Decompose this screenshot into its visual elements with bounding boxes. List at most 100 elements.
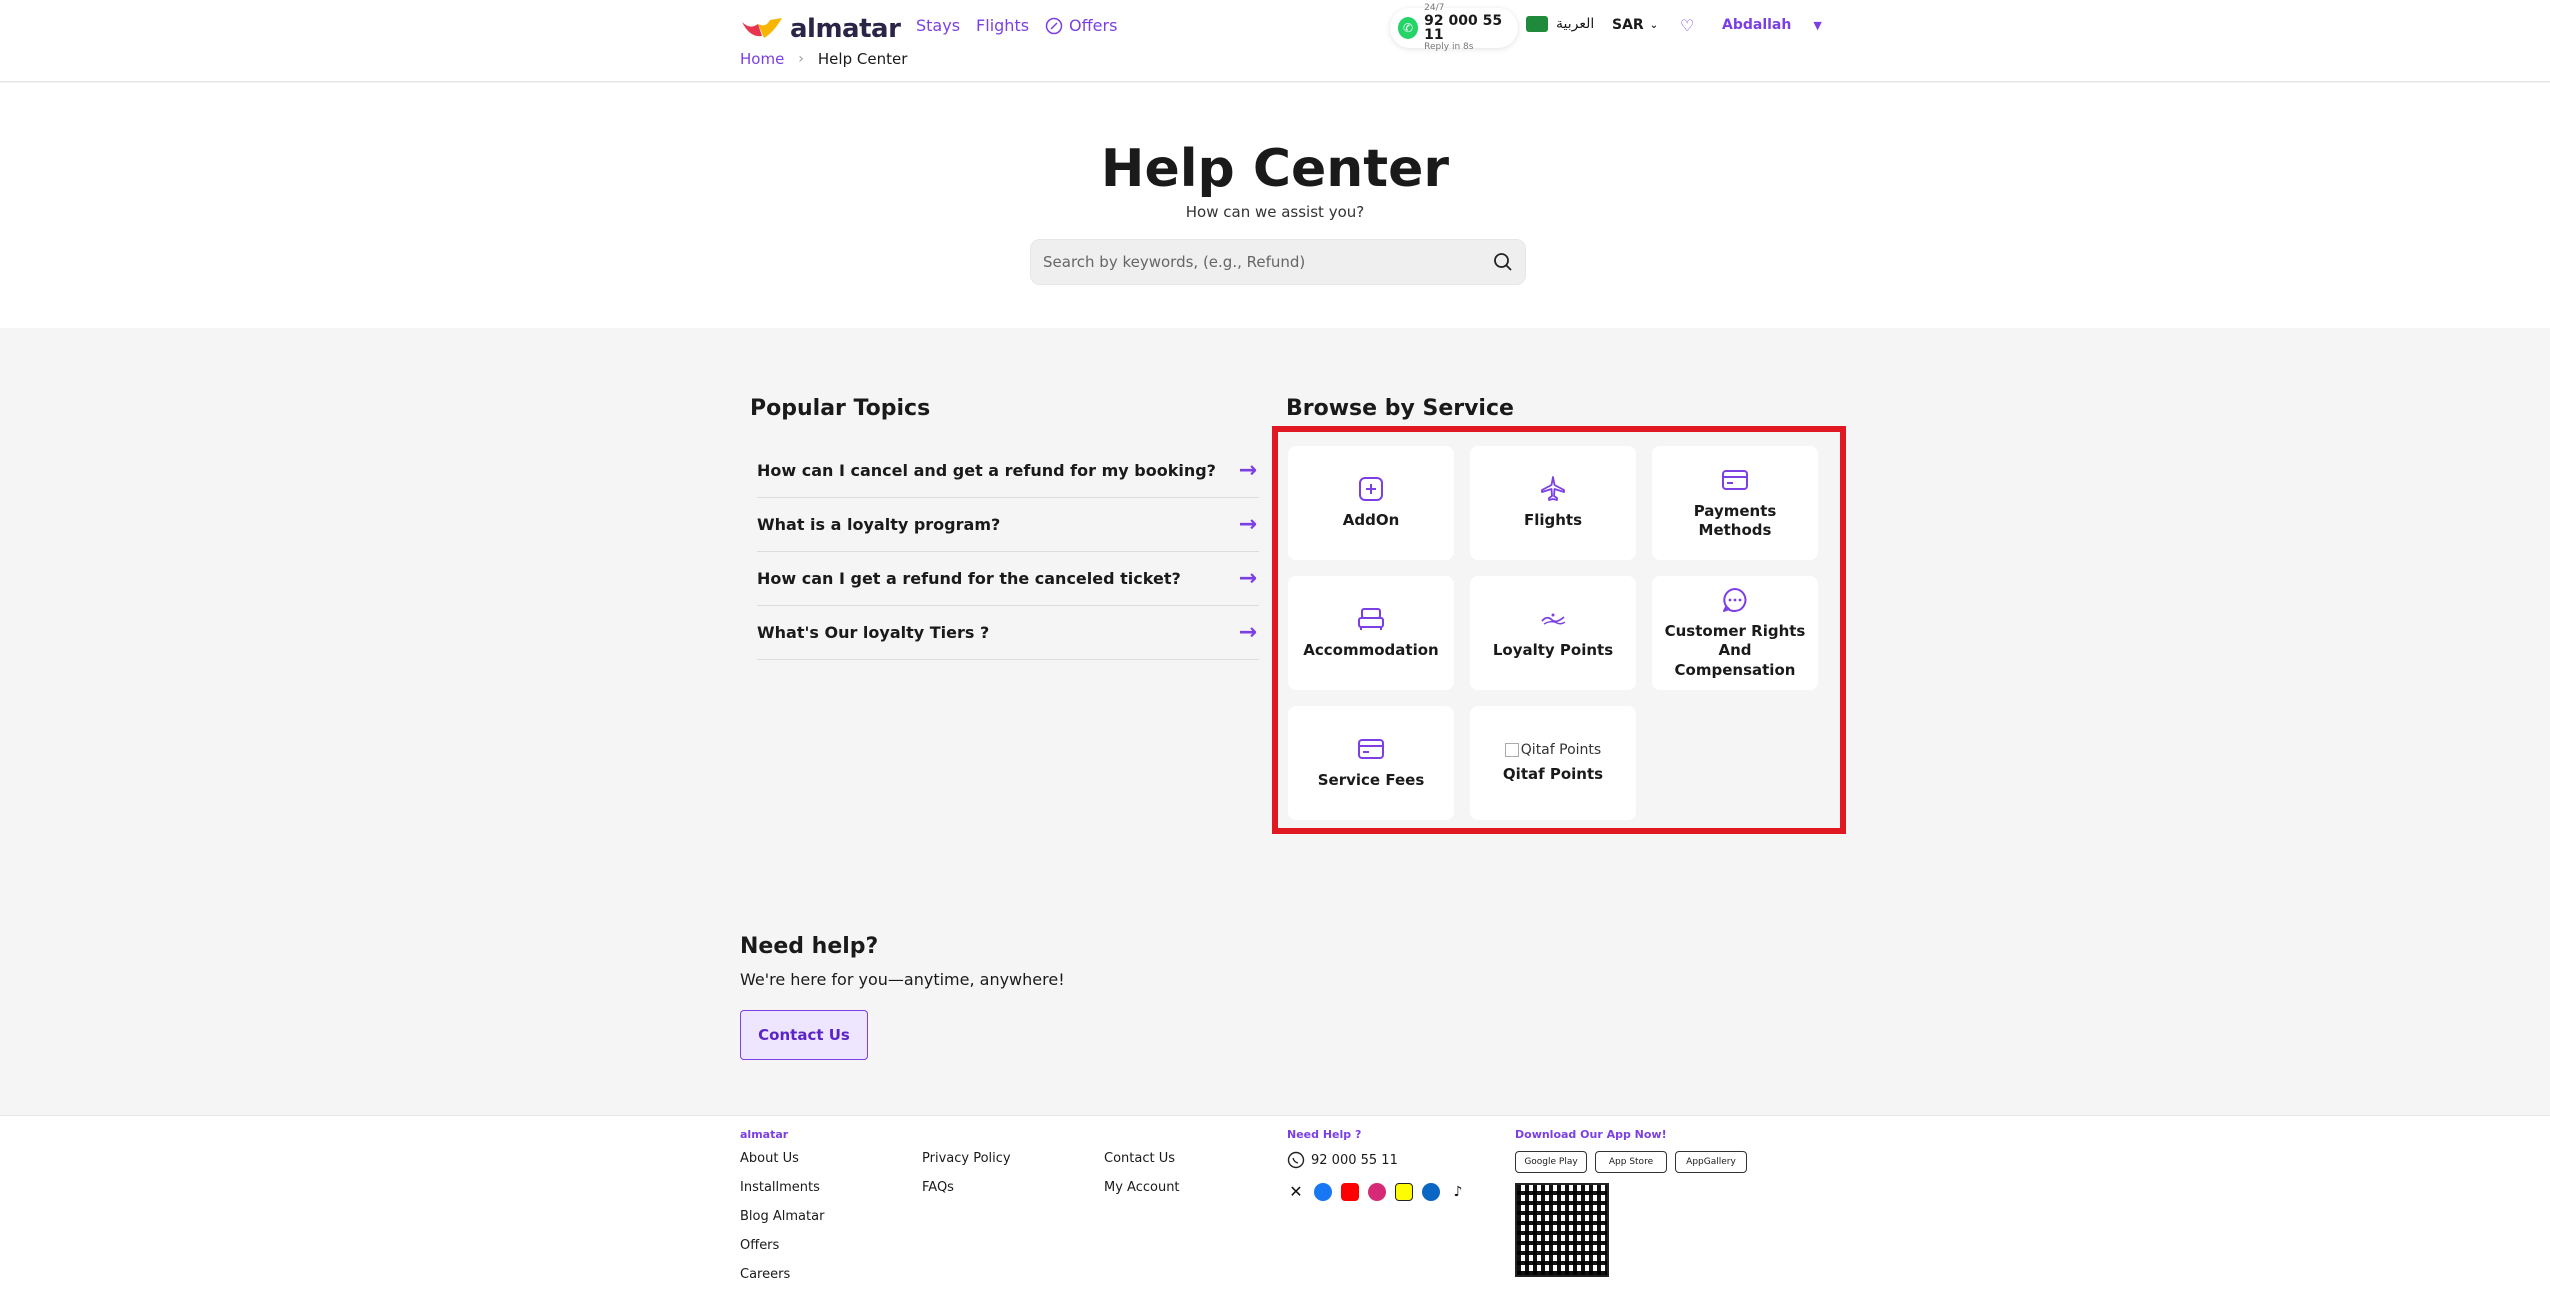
browse-by-service-title: Browse by Service	[1286, 396, 1514, 421]
nav-stays[interactable]: Stays	[916, 16, 960, 35]
main-nav: Stays Flights Offers	[916, 16, 1117, 35]
need-help-title: Need help?	[740, 934, 879, 959]
footer-link-careers[interactable]: Careers	[740, 1267, 824, 1282]
breadcrumb: Home › Help Center	[740, 50, 907, 68]
qr-code	[1515, 1183, 1609, 1277]
footer-link-offers[interactable]: Offers	[740, 1238, 824, 1253]
footer-col-almatar: almatar About Us Installments Blog Almat…	[740, 1128, 824, 1296]
currency-label: SAR	[1612, 17, 1644, 33]
arrow-right-icon: →	[1238, 458, 1257, 483]
user-menu[interactable]: Abdallah ▼	[1722, 17, 1822, 33]
contact-us-button[interactable]: Contact Us	[740, 1010, 868, 1060]
tiktok-icon[interactable]: ♪	[1449, 1183, 1467, 1201]
search-icon[interactable]	[1493, 252, 1513, 272]
service-label: Customer Rights And Compensation	[1664, 621, 1806, 679]
offers-badge-icon	[1045, 17, 1063, 34]
topic-item[interactable]: How can I cancel and get a refund for my…	[757, 444, 1259, 498]
whatsapp-icon: ✆	[1398, 17, 1419, 39]
topic-item[interactable]: What's Our loyalty Tiers ? →	[757, 606, 1259, 660]
plus-square-icon	[1359, 477, 1383, 502]
youtube-icon[interactable]	[1341, 1183, 1359, 1201]
whatsapp-support-button[interactable]: ✆ 24/7 92 000 55 11 Reply in 8s	[1390, 4, 1518, 52]
footer-link-contact[interactable]: Contact Us	[1104, 1151, 1180, 1166]
service-card-qitaf-points[interactable]: Qitaf Points Qitaf Points	[1470, 706, 1636, 820]
credit-card-icon	[1722, 469, 1748, 490]
logo-mark-icon	[740, 16, 784, 42]
language-label: العربية	[1556, 16, 1595, 32]
whatsapp-reply-note: Reply in 8s	[1424, 42, 1474, 52]
broken-image-icon: Qitaf Points	[1504, 741, 1602, 759]
service-card-payments[interactable]: Payments Methods	[1652, 446, 1818, 560]
language-switch[interactable]: العربية	[1526, 16, 1594, 32]
arrow-right-icon: →	[1238, 620, 1257, 645]
footer-link-privacy[interactable]: Privacy Policy	[922, 1151, 1011, 1166]
bed-icon	[1358, 608, 1384, 631]
service-card-accommodation[interactable]: Accommodation	[1288, 576, 1454, 690]
app-store-badge[interactable]: App Store	[1595, 1151, 1667, 1173]
footer-link-account[interactable]: My Account	[1104, 1180, 1180, 1195]
help-hero: Help Center How can we assist you?	[0, 83, 2550, 328]
footer-col-help: Need Help ? 92 000 55 11 ✕ ♪	[1287, 1128, 1467, 1201]
whatsapp-availability: 24/7	[1424, 3, 1445, 13]
instagram-icon[interactable]	[1368, 1183, 1386, 1201]
facebook-icon[interactable]	[1314, 1183, 1332, 1201]
linkedin-icon[interactable]	[1422, 1183, 1440, 1201]
footer-link-blog[interactable]: Blog Almatar	[740, 1209, 824, 1224]
service-label: Payments Methods	[1693, 501, 1777, 540]
search-input[interactable]	[1043, 253, 1493, 271]
saudi-flag-icon	[1526, 16, 1548, 32]
topic-text: How can I cancel and get a refund for my…	[757, 461, 1216, 480]
google-play-badge[interactable]: Google Play	[1515, 1151, 1587, 1173]
brand-name: almatar	[790, 14, 901, 44]
x-twitter-icon[interactable]: ✕	[1287, 1183, 1305, 1201]
nav-flights[interactable]: Flights	[976, 16, 1029, 35]
heart-icon[interactable]: ♡	[1680, 16, 1694, 35]
service-label: Loyalty Points	[1492, 641, 1614, 660]
topic-item[interactable]: What is a loyalty program? →	[757, 498, 1259, 552]
need-help-subtitle: We're here for you—anytime, anywhere!	[740, 970, 1065, 989]
snapchat-icon[interactable]	[1395, 1183, 1413, 1201]
topic-text: How can I get a refund for the canceled …	[757, 569, 1181, 588]
credit-card-icon	[1358, 739, 1384, 760]
footer-link-about[interactable]: About Us	[740, 1151, 824, 1166]
arrow-right-icon: →	[1238, 566, 1257, 591]
alfursan-logo-icon	[1541, 613, 1566, 625]
service-card-service-fees[interactable]: Service Fees	[1288, 706, 1454, 820]
service-label: Flights	[1523, 511, 1583, 530]
topic-item[interactable]: How can I get a refund for the canceled …	[757, 552, 1259, 606]
qitaf-image-alt: Qitaf Points	[1520, 742, 1602, 759]
footer-phone[interactable]: 92 000 55 11	[1287, 1151, 1467, 1169]
social-links: ✕ ♪	[1287, 1183, 1467, 1201]
footer-col-app: Download Our App Now! Google Play App St…	[1515, 1128, 1747, 1277]
appgallery-badge[interactable]: AppGallery	[1675, 1151, 1747, 1173]
footer-col-3: Contact Us My Account	[1104, 1151, 1180, 1209]
service-grid: AddOn Flights Payments Methods Accommoda…	[1288, 446, 1818, 820]
chevron-right-icon: ›	[798, 51, 804, 67]
footer-phone-number: 92 000 55 11	[1311, 1152, 1398, 1168]
topic-text: What's Our loyalty Tiers ?	[757, 623, 990, 642]
user-name: Abdallah	[1722, 17, 1792, 33]
app-store-badges: Google Play App Store AppGallery	[1515, 1151, 1747, 1173]
arrow-right-icon: →	[1238, 512, 1257, 537]
popular-topics-title: Popular Topics	[750, 396, 931, 421]
breadcrumb-current: Help Center	[817, 50, 908, 68]
footer-heading: Need Help ?	[1287, 1128, 1362, 1141]
footer-link-installments[interactable]: Installments	[740, 1180, 824, 1195]
whatsapp-number: 92 000 55 11	[1424, 13, 1503, 43]
chat-bubble-icon	[1723, 587, 1747, 612]
footer-link-faqs[interactable]: FAQs	[922, 1180, 1011, 1195]
footer: almatar About Us Installments Blog Almat…	[0, 1115, 2550, 1298]
almatar-logo[interactable]: almatar	[740, 14, 901, 44]
top-header: almatar Stays Flights Offers Home › Help…	[0, 0, 2550, 82]
breadcrumb-home[interactable]: Home	[740, 50, 784, 68]
service-card-addon[interactable]: AddOn	[1288, 446, 1454, 560]
service-card-customer-rights[interactable]: Customer Rights And Compensation	[1652, 576, 1818, 690]
currency-selector[interactable]: SAR ⌄	[1612, 17, 1658, 33]
service-card-loyalty-points[interactable]: Loyalty Points	[1470, 576, 1636, 690]
popular-topics-list: How can I cancel and get a refund for my…	[757, 444, 1259, 660]
service-card-flights[interactable]: Flights	[1470, 446, 1636, 560]
footer-heading: almatar	[740, 1128, 789, 1141]
nav-offers[interactable]: Offers	[1045, 16, 1117, 35]
service-label: AddOn	[1342, 511, 1400, 530]
broken-image-placeholder	[1504, 743, 1519, 758]
